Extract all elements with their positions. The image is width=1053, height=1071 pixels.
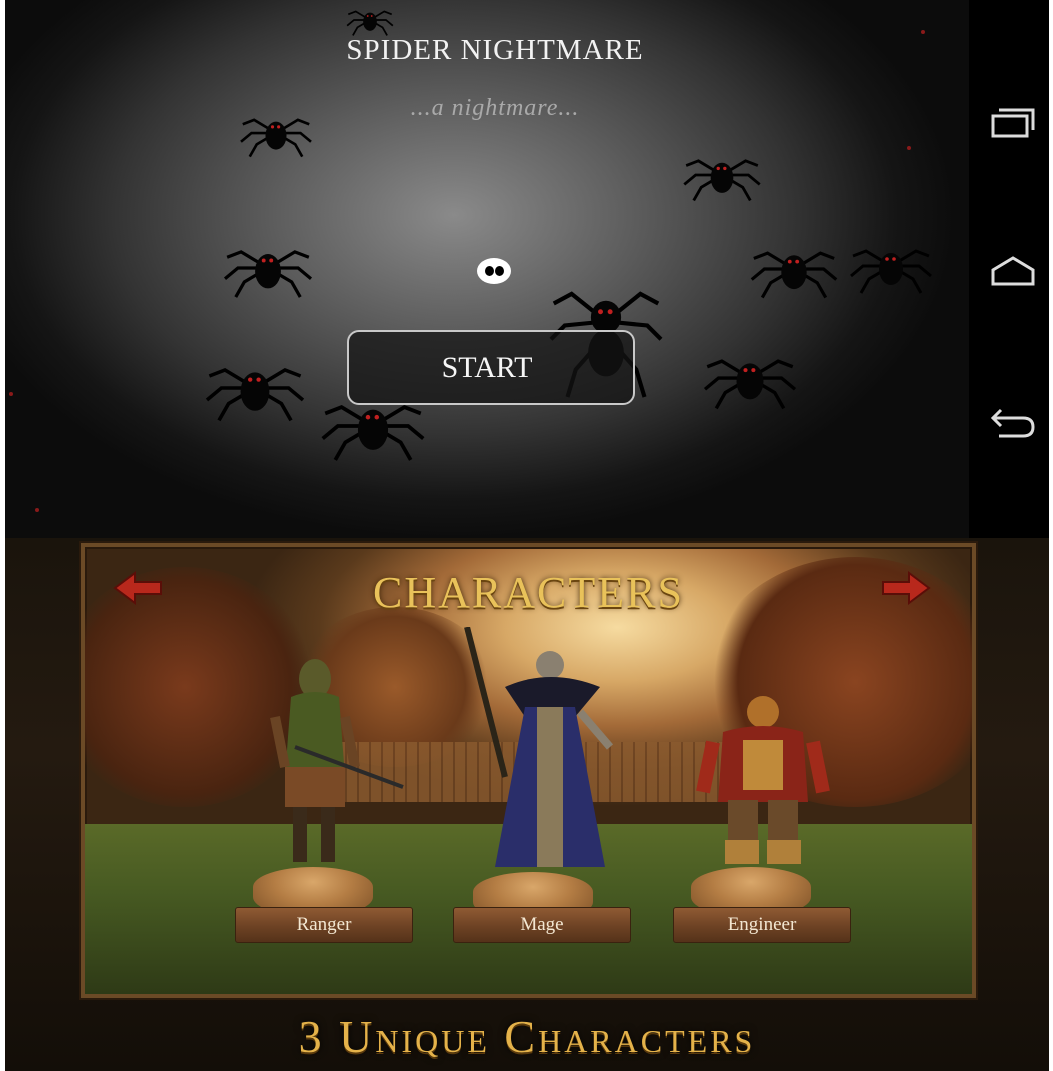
characters-panel: CHARACTERS Ranger Mage Engineer bbox=[81, 543, 976, 998]
mage-figure[interactable] bbox=[455, 626, 635, 882]
engineer-figure[interactable] bbox=[683, 692, 843, 887]
spider-icon bbox=[703, 336, 797, 425]
blood-dot bbox=[35, 508, 39, 512]
back-icon[interactable] bbox=[989, 402, 1037, 442]
android-nav-bar bbox=[969, 0, 1049, 538]
blood-dot bbox=[9, 392, 13, 396]
spider-icon bbox=[330, 0, 410, 45]
player-eyes-icon bbox=[477, 258, 511, 284]
ranger-figure[interactable] bbox=[245, 657, 405, 882]
arrow-left-icon[interactable] bbox=[113, 571, 163, 605]
spider-icon bbox=[205, 346, 305, 435]
blood-dot bbox=[921, 30, 925, 34]
characters-heading: CHARACTERS bbox=[373, 568, 684, 617]
game-subtitle: ...a nightmare... bbox=[410, 95, 580, 121]
spider-nightmare-screen: SPIDER NIGHTMARE ...a nightmare... START bbox=[5, 0, 1049, 538]
promo-tagline: 3 Unique Characters bbox=[298, 1011, 756, 1062]
character-engineer-button[interactable]: Engineer bbox=[673, 907, 851, 943]
start-button[interactable]: START bbox=[347, 330, 635, 405]
spider-icon bbox=[240, 102, 312, 169]
spider-icon bbox=[223, 230, 313, 311]
spider-icon bbox=[850, 228, 932, 309]
arrow-right-icon[interactable] bbox=[881, 571, 931, 605]
spider-icon bbox=[683, 142, 761, 213]
game-title: SPIDER NIGHTMARE bbox=[346, 34, 644, 66]
characters-promo: CHARACTERS Ranger Mage Engineer 3 Unique… bbox=[5, 538, 1049, 1071]
home-icon[interactable] bbox=[989, 252, 1037, 292]
character-mage-button[interactable]: Mage bbox=[453, 907, 631, 943]
recent-apps-icon[interactable] bbox=[989, 102, 1037, 142]
spider-icon bbox=[747, 232, 841, 311]
start-label: START bbox=[441, 350, 533, 384]
character-ranger-button[interactable]: Ranger bbox=[235, 907, 413, 943]
blood-dot bbox=[907, 146, 911, 150]
